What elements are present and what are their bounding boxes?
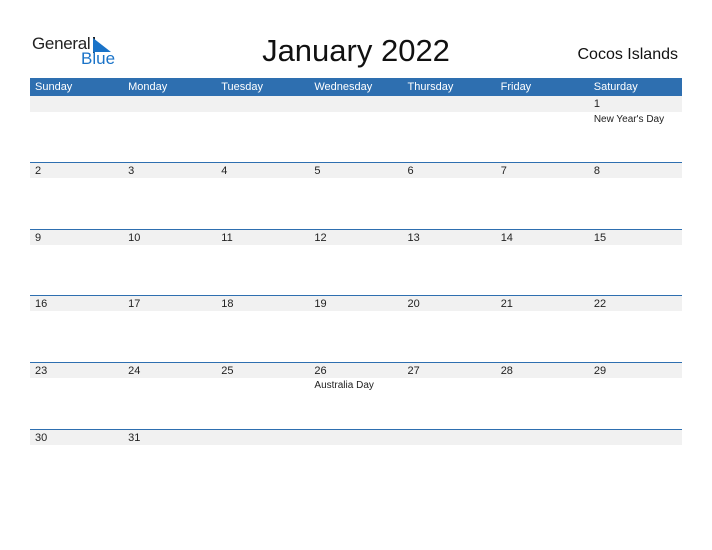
week-row: 9 10 11 12 13 14 15 — [30, 229, 682, 296]
day-cell: 13 — [403, 229, 496, 296]
day-cell — [216, 96, 309, 163]
day-number: 16 — [35, 298, 48, 310]
weekday-thursday: Thursday — [407, 81, 454, 93]
day-cell: 12 — [309, 229, 402, 296]
day-number: 30 — [35, 432, 48, 444]
week-row: 16 17 18 19 20 21 22 — [30, 295, 682, 362]
day-cell: 17 — [123, 295, 216, 362]
day-number: 26 — [314, 365, 327, 377]
day-number: 18 — [221, 298, 234, 310]
week-row: 30 31 — [30, 429, 682, 496]
day-cell: 5 — [309, 162, 402, 229]
day-cell — [216, 429, 309, 496]
day-cell: 25 — [216, 362, 309, 429]
week-row: 2 3 4 5 6 7 8 — [30, 162, 682, 229]
day-number: 28 — [500, 365, 513, 377]
day-cell: 19 — [309, 295, 402, 362]
day-cell: 2 — [30, 162, 123, 229]
day-number: 5 — [314, 165, 321, 177]
day-number: 17 — [128, 298, 141, 310]
day-number: 3 — [128, 165, 135, 177]
day-cell: 16 — [30, 295, 123, 362]
day-cell: 31 — [123, 429, 216, 496]
day-number: 29 — [593, 365, 607, 377]
day-cell — [309, 96, 402, 163]
day-cell: 28 — [496, 362, 589, 429]
day-cell — [496, 429, 589, 496]
weekday-saturday: Saturday — [593, 81, 638, 93]
day-number: 2 — [35, 165, 42, 177]
day-number: 15 — [593, 232, 607, 244]
weekday-wednesday: Wednesday — [314, 81, 373, 93]
day-cell: 24 — [123, 362, 216, 429]
day-cell — [589, 429, 682, 496]
day-number: 7 — [500, 165, 507, 177]
day-number: 22 — [593, 298, 607, 310]
weekday-tuesday: Tuesday — [221, 81, 264, 93]
day-number: 20 — [407, 298, 420, 310]
week-row: 1 New Year's Day — [30, 96, 682, 163]
day-cell: 26 Australia Day — [309, 362, 402, 429]
day-cell — [123, 96, 216, 163]
holiday-label: New Year's Day — [593, 114, 665, 125]
day-number: 14 — [500, 232, 513, 244]
day-cell — [309, 429, 402, 496]
day-cell — [30, 96, 123, 163]
day-number: 13 — [407, 232, 420, 244]
weekday-sunday: Sunday — [35, 81, 73, 93]
day-number: 27 — [407, 365, 420, 377]
day-number: 8 — [593, 165, 600, 177]
day-cell: 20 — [403, 295, 496, 362]
day-cell: 22 — [589, 295, 682, 362]
weekday-monday: Monday — [128, 81, 168, 93]
day-number: 24 — [128, 365, 141, 377]
day-cell — [403, 96, 496, 163]
holiday-label: Australia Day — [314, 380, 374, 391]
day-cell: 8 — [589, 162, 682, 229]
day-number: 9 — [35, 232, 42, 244]
day-number: 23 — [35, 365, 48, 377]
country-name: Cocos Islands — [577, 46, 679, 63]
day-number: 21 — [500, 298, 513, 310]
day-cell: 3 — [123, 162, 216, 229]
day-cell: 9 — [30, 229, 123, 296]
day-cell: 29 — [589, 362, 682, 429]
weekday-friday: Friday — [500, 81, 532, 93]
day-cell: 14 — [496, 229, 589, 296]
day-cell: 23 — [30, 362, 123, 429]
day-number: 4 — [221, 165, 228, 177]
weekday-header: Sunday Monday Tuesday Wednesday Thursday… — [30, 78, 682, 96]
day-number: 11 — [221, 232, 233, 244]
day-number: 25 — [221, 365, 234, 377]
day-cell: 7 — [496, 162, 589, 229]
day-cell: 27 — [403, 362, 496, 429]
day-cell — [496, 96, 589, 163]
day-number: 19 — [314, 298, 327, 310]
day-cell: 30 — [30, 429, 123, 496]
day-cell: 18 — [216, 295, 309, 362]
day-cell: 21 — [496, 295, 589, 362]
day-cell: 11 — [216, 229, 309, 296]
day-number: 31 — [128, 432, 141, 444]
week-row: 23 24 25 26 Australia Day 27 28 29 — [30, 362, 682, 429]
day-number: 12 — [314, 232, 327, 244]
day-number: 6 — [407, 165, 414, 177]
day-cell — [403, 429, 496, 496]
day-number: 10 — [128, 232, 141, 244]
day-cell: 6 — [403, 162, 496, 229]
day-number: 1 — [593, 98, 600, 110]
day-cell: 10 — [123, 229, 216, 296]
day-cell: 1 New Year's Day — [589, 96, 682, 163]
day-cell: 15 — [589, 229, 682, 296]
day-cell: 4 — [216, 162, 309, 229]
